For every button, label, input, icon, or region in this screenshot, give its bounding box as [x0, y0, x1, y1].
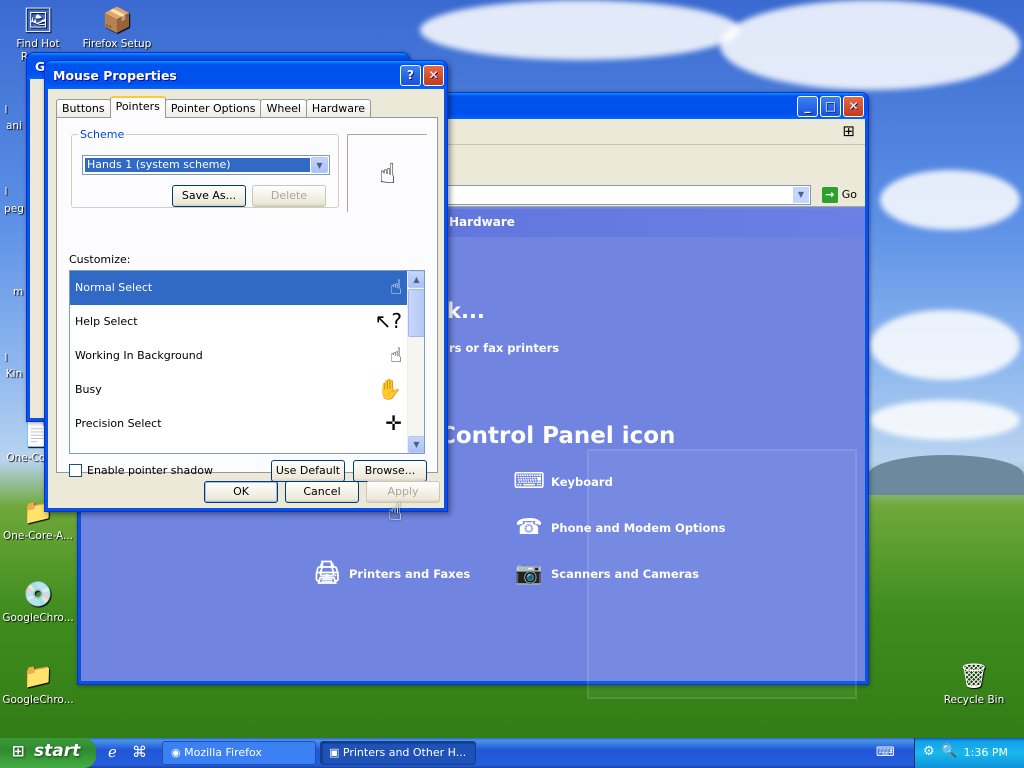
scroll-down-icon[interactable]: ▼	[408, 436, 424, 453]
enable-pointer-shadow-label[interactable]: Enable pointer shadow	[87, 464, 213, 477]
cursor-preview: ☝	[347, 134, 427, 212]
chevron-down-icon[interactable]: ▼	[793, 187, 809, 203]
system-tray: ⚙ 🔍 1:36 PM	[914, 738, 1024, 768]
minimize-button[interactable]: _	[797, 96, 818, 117]
hand-pointer-icon: ☝	[389, 275, 402, 299]
scheme-group: Scheme Hands 1 (system scheme) ▼ Save As…	[71, 128, 339, 208]
delete-button[interactable]: Delete	[252, 185, 326, 207]
scheme-select[interactable]: Hands 1 (system scheme) ▼	[82, 155, 330, 175]
dialog-title: Mouse Properties	[53, 68, 177, 83]
close-button[interactable]: ✕	[843, 96, 864, 117]
pick-task-heading: k...	[447, 299, 485, 323]
cloud	[420, 0, 740, 60]
close-button[interactable]: ✕	[423, 65, 444, 86]
cloud	[880, 170, 1020, 230]
tab-pointer-options[interactable]: Pointer Options	[164, 99, 262, 118]
task-printers-and-other-hardware[interactable]: ▣ Printers and Other H...	[320, 741, 476, 765]
tab-pointers[interactable]: Pointers	[109, 96, 166, 118]
browse-button[interactable]: Browse...	[353, 460, 427, 482]
installer-icon: 💿	[23, 580, 53, 608]
cp-item-keyboard[interactable]: ⌨ Keyboard	[513, 467, 613, 497]
desktop-icon-googlechrome-installer[interactable]: 💿 GoogleChro...	[0, 578, 76, 625]
dialog-body: Buttons Pointers Pointer Options Wheel H…	[48, 89, 444, 508]
cloud	[720, 0, 1020, 90]
windows-flag-icon: ⊞	[12, 742, 25, 760]
cp-item-printers-faxes[interactable]: 🖨 Printers and Faxes	[311, 559, 470, 589]
cloud	[870, 400, 1020, 440]
folder-icon: 📁	[23, 662, 53, 690]
recycle-bin-icon: 🗑	[958, 662, 990, 690]
help-select-icon: ↖?	[374, 309, 402, 333]
pointer-list-scrollbar[interactable]: ▲ ▼	[407, 271, 424, 453]
hand-pointer-icon: ☝	[378, 157, 397, 190]
taskbar: ⊞ start ℯ ⌘ ◉ Mozilla Firefox ▣ Printers …	[0, 738, 1024, 768]
go-arrow-icon: →	[821, 187, 838, 203]
distant-hills	[868, 455, 1024, 495]
scanner-icon: 📷	[515, 561, 543, 586]
printer-icon: 🖨	[313, 561, 341, 586]
clock[interactable]: 1:36 PM	[964, 746, 1008, 759]
use-default-button[interactable]: Use Default	[271, 460, 345, 482]
pick-icon-heading: Control Panel icon	[439, 423, 676, 449]
working-background-icon: ☝	[389, 343, 402, 367]
scroll-up-icon[interactable]: ▲	[408, 271, 424, 288]
tab-wheel[interactable]: Wheel	[260, 99, 307, 118]
maximize-button[interactable]: □	[820, 96, 841, 117]
internet-explorer-icon[interactable]: ℯ	[108, 743, 117, 761]
keyboard-tray-icon[interactable]: ⌨	[876, 745, 895, 760]
app-icon: 🖼	[22, 6, 54, 34]
list-item[interactable]: Precision Select ✛	[70, 407, 424, 441]
ok-button[interactable]: OK	[204, 481, 278, 503]
pointers-tab-panel: Scheme Hands 1 (system scheme) ▼ Save As…	[56, 117, 438, 482]
enable-pointer-shadow-checkbox[interactable]	[69, 464, 82, 477]
go-button[interactable]: → Go	[821, 187, 857, 203]
task-mozilla-firefox[interactable]: ◉ Mozilla Firefox	[162, 741, 316, 765]
tray-icon[interactable]: ⚙	[923, 744, 935, 759]
firefox-icon: ◉	[171, 746, 185, 759]
chevron-down-icon[interactable]: ▼	[311, 157, 328, 173]
installer-icon: 📦	[102, 6, 132, 34]
list-item[interactable]: Normal Select ☝	[70, 271, 424, 305]
control-panel-icon: ▣	[329, 746, 343, 759]
windows-logo-icon: ⊞	[842, 122, 855, 140]
mouse-properties-dialog[interactable]: Mouse Properties ? ✕ Buttons Pointers Po…	[44, 60, 448, 512]
scheme-selected-value: Hands 1 (system scheme)	[85, 158, 310, 172]
scheme-legend: Scheme	[80, 128, 125, 141]
tab-buttons[interactable]: Buttons	[56, 99, 111, 118]
start-button[interactable]: ⊞ start	[0, 738, 96, 768]
desktop-icon-recycle-bin[interactable]: 🗑 Recycle Bin	[936, 660, 1012, 707]
cp-item-scanners-cameras[interactable]: 📷 Scanners and Cameras	[513, 559, 699, 589]
quick-launch-icon[interactable]: ⌘	[132, 743, 147, 761]
busy-hand-icon: ✋	[377, 377, 402, 401]
hand-cursor-icon: ☝	[388, 498, 403, 526]
list-item[interactable]: Working In Background ☝	[70, 339, 424, 373]
task-link[interactable]: rs or fax printers	[449, 341, 559, 355]
apply-button[interactable]: Apply	[366, 481, 440, 503]
scroll-thumb[interactable]	[408, 289, 424, 337]
cancel-button[interactable]: Cancel	[285, 481, 359, 503]
tab-strip: Buttons Pointers Pointer Options Wheel H…	[56, 96, 372, 118]
dialog-titlebar[interactable]: Mouse Properties ? ✕	[45, 61, 447, 89]
help-button[interactable]: ?	[400, 65, 421, 86]
keyboard-icon: ⌨	[513, 469, 545, 494]
save-as-button[interactable]: Save As...	[172, 185, 246, 207]
desktop-icon-firefox-setup[interactable]: 📦 Firefox Setup	[79, 4, 155, 51]
cp-item-phone-modem[interactable]: ☎ Phone and Modem Options	[513, 513, 725, 543]
desktop-icon-googlechrome-folder[interactable]: 📁 GoogleChro...	[0, 660, 76, 707]
tab-hardware[interactable]: Hardware	[305, 99, 372, 118]
pointer-list[interactable]: Normal Select ☝ Help Select ↖? Working In …	[69, 270, 425, 454]
cloud	[870, 310, 1020, 380]
search-icon[interactable]: 🔍	[941, 744, 957, 759]
list-item[interactable]: Busy ✋	[70, 373, 424, 407]
list-item[interactable]: Help Select ↖?	[70, 305, 424, 339]
phone-icon: ☎	[515, 515, 543, 540]
precision-select-icon: ✛	[385, 411, 402, 435]
customize-label: Customize:	[69, 253, 131, 266]
